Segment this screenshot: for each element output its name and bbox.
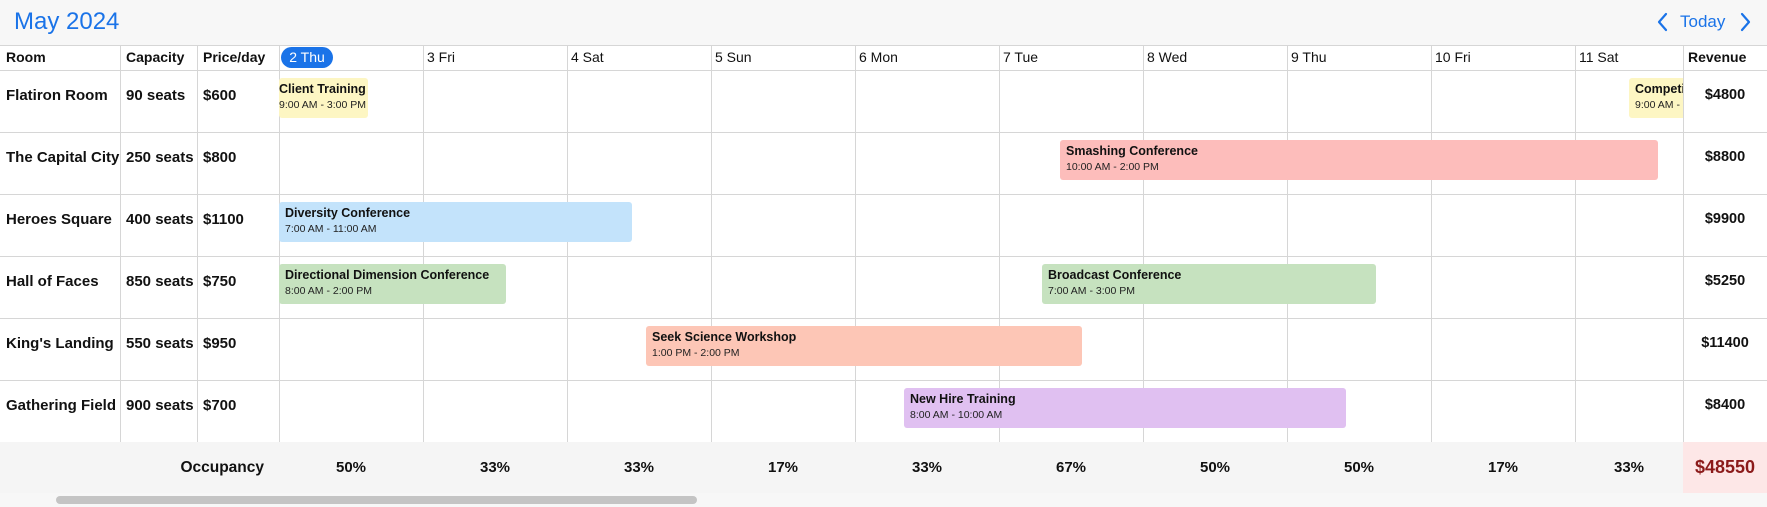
room-price: $750: [203, 273, 237, 290]
occupancy-value: 17%: [1487, 459, 1519, 476]
event-new-hire-training[interactable]: New Hire Training 8:00 AM - 10:00 AM: [904, 388, 1346, 428]
column-header-day[interactable]: 10 Fri: [1435, 45, 1471, 70]
room-price: $700: [203, 397, 237, 414]
room-revenue: $9900: [1704, 211, 1746, 227]
room-price: $950: [203, 335, 237, 352]
event-competition[interactable]: Competi 9:00 AM - 3: [1629, 78, 1683, 118]
column-header-day-today[interactable]: 2 Thu: [281, 47, 333, 68]
room-price: $800: [203, 149, 237, 166]
grid-line: [711, 45, 712, 493]
occupancy-value: 33%: [1613, 459, 1645, 476]
room-capacity: 400 seats: [126, 211, 194, 228]
event-time: 8:00 AM - 10:00 AM: [910, 409, 1003, 421]
column-header-capacity: Capacity: [126, 49, 185, 65]
room-capacity: 550 seats: [126, 335, 194, 352]
column-header-room: Room: [6, 49, 46, 65]
schedule-grid: Room Capacity Price/day 2 Thu 3 Fri 4 Sa…: [0, 45, 1767, 493]
horizontal-scrollbar: [0, 493, 1767, 507]
grid-line: [0, 256, 1767, 257]
event-seek-science-workshop[interactable]: Seek Science Workshop 1:00 PM - 2:00 PM: [646, 326, 1082, 366]
grid-line: [567, 45, 568, 493]
grid-line: [0, 194, 1767, 195]
room-revenue: $5250: [1704, 273, 1746, 289]
event-title: Diversity Conference: [285, 206, 411, 220]
room-revenue: $11400: [1701, 335, 1749, 351]
event-time: 10:00 AM - 2:00 PM: [1066, 161, 1159, 173]
column-header-day[interactable]: 11 Sat: [1579, 45, 1618, 70]
occupancy-row: Occupancy 50% 33% 33% 17% 33% 67% 50% 50…: [0, 442, 1767, 493]
room-revenue: $4800: [1704, 87, 1746, 103]
column-header-day[interactable]: 8 Wed: [1147, 45, 1187, 70]
today-button[interactable]: Today: [1680, 12, 1725, 32]
grid-line: [120, 45, 121, 442]
grid-line: [197, 45, 198, 442]
event-title: Seek Science Workshop: [652, 330, 797, 344]
occupancy-value: 50%: [1199, 459, 1231, 476]
room-price: $600: [203, 87, 237, 104]
grid-line: [0, 380, 1767, 381]
room-revenue: $8400: [1704, 397, 1746, 413]
column-header-day[interactable]: 4 Sat: [571, 45, 604, 70]
occupancy-value: 33%: [911, 459, 943, 476]
occupancy-value: 17%: [767, 459, 799, 476]
column-header-day[interactable]: 7 Tue: [1003, 45, 1038, 70]
event-title: Smashing Conference: [1066, 144, 1198, 158]
room-name: The Capital City: [6, 149, 120, 166]
column-header-day[interactable]: 5 Sun: [715, 45, 752, 70]
grid-line: [855, 45, 856, 493]
column-header-price: Price/day: [203, 49, 266, 65]
room-name: Flatiron Room: [6, 87, 108, 104]
room-name: Heroes Square: [6, 211, 112, 228]
room-revenue: $8800: [1704, 149, 1746, 165]
grid-line: [0, 132, 1767, 133]
column-header-day[interactable]: 6 Mon: [859, 45, 898, 70]
column-header-day[interactable]: 9 Thu: [1291, 45, 1327, 70]
occupancy-label: Occupancy: [180, 459, 264, 476]
toolbar: May 2024 Today: [0, 0, 1767, 45]
occupancy-value: 67%: [1055, 459, 1087, 476]
event-directional-dimension-conference[interactable]: Directional Dimension Conference 8:00 AM…: [279, 264, 506, 304]
grid-line: [0, 70, 1767, 71]
room-capacity: 250 seats: [126, 149, 194, 166]
event-diversity-conference[interactable]: Diversity Conference 7:00 AM - 11:00 AM: [279, 202, 632, 242]
total-revenue: $48550: [1683, 442, 1767, 493]
event-client-training[interactable]: Client Training 9:00 AM - 3:00 PM: [279, 78, 368, 118]
event-time: 7:00 AM - 3:00 PM: [1048, 285, 1135, 297]
event-time: 1:00 PM - 2:00 PM: [652, 347, 740, 359]
room-name: Hall of Faces: [6, 273, 99, 290]
month-title: May 2024: [14, 8, 120, 35]
event-time: 9:00 AM - 3: [1635, 99, 1683, 111]
occupancy-value: 50%: [1343, 459, 1375, 476]
room-name: Gathering Field: [6, 397, 117, 414]
event-time: 9:00 AM - 3:00 PM: [279, 99, 366, 111]
event-title: Competi: [1635, 82, 1683, 96]
occupancy-value: 33%: [623, 459, 655, 476]
room-capacity: 850 seats: [126, 273, 194, 290]
scheduler-app: May 2024 Today Room Capacity Price/day 2…: [0, 0, 1767, 507]
chevron-right-icon[interactable]: [1732, 9, 1758, 35]
event-title: Broadcast Conference: [1048, 268, 1182, 282]
column-header-revenue: Revenue: [1688, 49, 1747, 65]
room-price: $1100: [203, 211, 244, 228]
event-title: New Hire Training: [910, 392, 1016, 406]
grid-line: [1575, 45, 1576, 493]
event-broadcast-conference[interactable]: Broadcast Conference 7:00 AM - 3:00 PM: [1042, 264, 1376, 304]
column-header-day[interactable]: 3 Fri: [427, 45, 455, 70]
occupancy-value: 33%: [479, 459, 511, 476]
room-name: King's Landing: [6, 335, 114, 352]
event-title: Client Training: [279, 82, 366, 96]
chevron-left-icon[interactable]: [1650, 9, 1676, 35]
room-capacity: 900 seats: [126, 397, 194, 414]
scrollbar-thumb[interactable]: [56, 496, 697, 504]
event-smashing-conference[interactable]: Smashing Conference 10:00 AM - 2:00 PM: [1060, 140, 1658, 180]
event-time: 7:00 AM - 11:00 AM: [285, 223, 377, 235]
grid-line: [0, 318, 1767, 319]
occupancy-value: 50%: [335, 459, 367, 476]
grid-line: [1431, 45, 1432, 493]
event-title: Directional Dimension Conference: [285, 268, 490, 282]
room-capacity: 90 seats: [126, 87, 186, 104]
event-time: 8:00 AM - 2:00 PM: [285, 285, 372, 297]
